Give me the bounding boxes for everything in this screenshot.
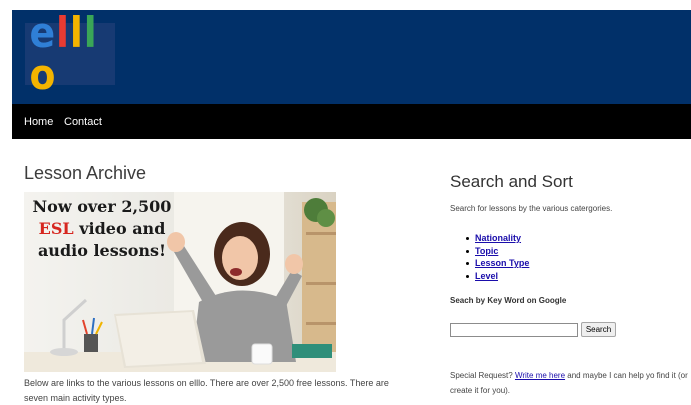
logo-letter-l2: l bbox=[69, 8, 84, 57]
banner-caption: Now over 2,500 ESL video and audio lesso… bbox=[28, 196, 176, 262]
category-list: Nationality Topic Lesson Type Level bbox=[450, 232, 529, 282]
banner-line-2: ESL video and bbox=[28, 218, 176, 240]
logo-letter-l3: l bbox=[83, 8, 98, 57]
promo-banner-image[interactable]: Now over 2,500 ESL video and audio lesso… bbox=[24, 192, 336, 372]
special-request-prefix: Special Request? bbox=[450, 371, 513, 380]
logo-text: elllo bbox=[30, 12, 111, 96]
category-link-level[interactable]: Level bbox=[475, 271, 498, 281]
search-button[interactable]: Search bbox=[581, 322, 616, 337]
site-header: elllo bbox=[12, 10, 691, 104]
banner-line-3: audio lessons! bbox=[37, 241, 167, 260]
list-item: Lesson Type bbox=[450, 257, 529, 270]
logo-letter-o: o bbox=[29, 50, 57, 99]
write-me-link[interactable]: Write me here bbox=[515, 371, 565, 380]
banner-line-2-rest: video and bbox=[79, 219, 166, 238]
page-title: Lesson Archive bbox=[24, 163, 147, 183]
category-link-lesson-type[interactable]: Lesson Type bbox=[475, 258, 529, 268]
list-item: Topic bbox=[450, 245, 529, 258]
elllo-logo[interactable]: elllo bbox=[25, 12, 115, 96]
search-sort-title: Search and Sort bbox=[450, 172, 573, 191]
search-input[interactable] bbox=[450, 323, 578, 337]
list-item: Nationality bbox=[450, 232, 529, 245]
category-link-topic[interactable]: Topic bbox=[475, 246, 498, 256]
logo-letter-l1: l bbox=[56, 8, 70, 57]
category-link-nationality[interactable]: Nationality bbox=[475, 233, 521, 243]
archive-description: Below are links to the various lessons o… bbox=[24, 378, 389, 403]
logo-letter-e: e bbox=[29, 8, 57, 57]
page: elllo Home Contact Lesson Archive Now ov… bbox=[0, 0, 691, 405]
banner-esl: ESL bbox=[38, 219, 74, 238]
google-search-label: Seach by Key Word on Google bbox=[450, 296, 567, 305]
nav-item-home[interactable]: Home bbox=[24, 116, 53, 128]
nav-item-contact[interactable]: Contact bbox=[64, 116, 102, 128]
search-sort-subtitle: Search for lessons by the various caterg… bbox=[450, 204, 613, 213]
banner-line-1: Now over 2,500 bbox=[32, 197, 172, 216]
list-item: Level bbox=[450, 270, 529, 283]
nav-bar: Home Contact bbox=[12, 104, 691, 139]
special-request-text: Special Request? Write me here and maybe… bbox=[450, 368, 691, 398]
